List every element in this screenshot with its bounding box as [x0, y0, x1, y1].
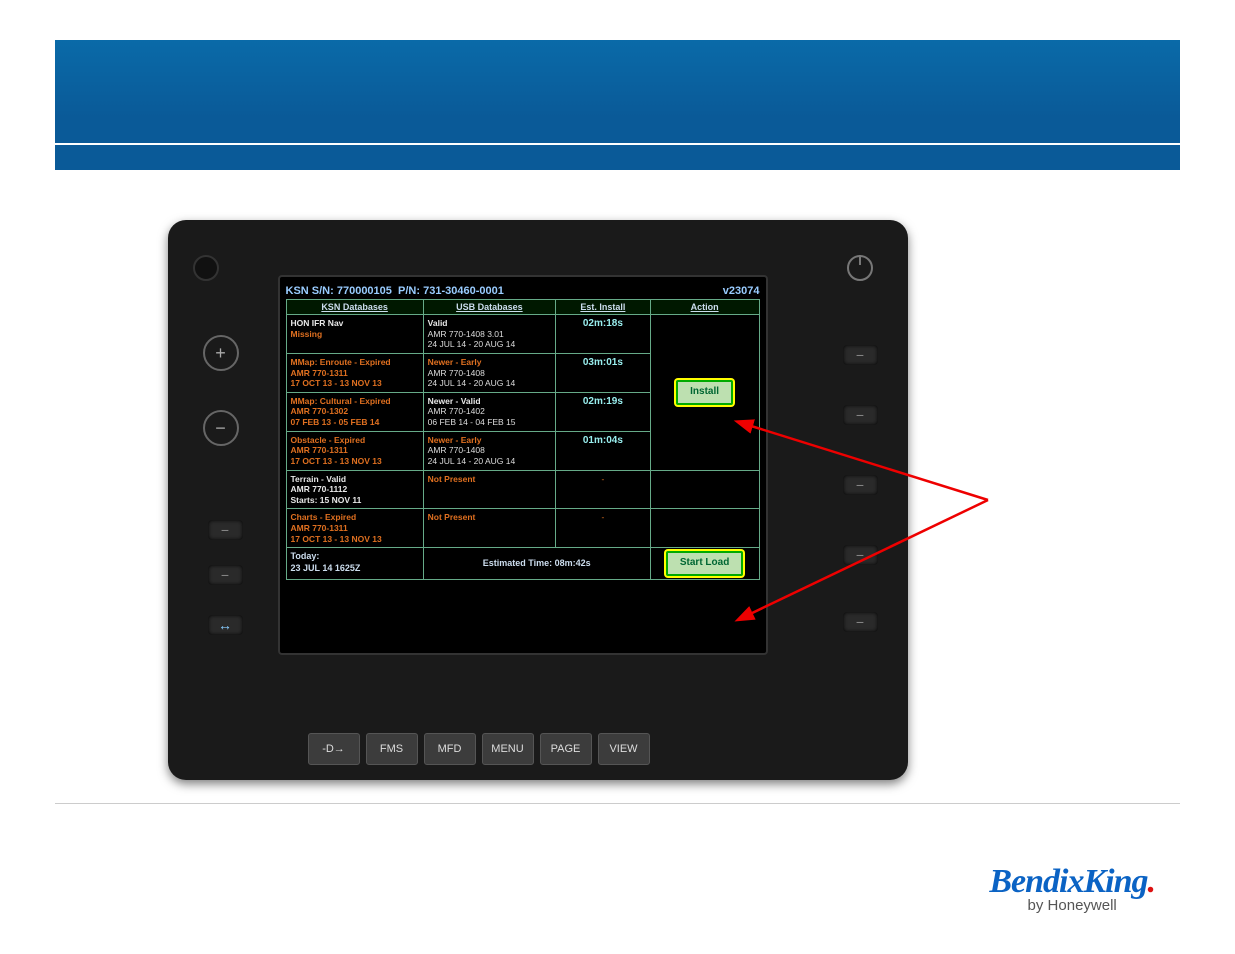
- slide-banner: [55, 40, 1180, 170]
- softkey-mfd[interactable]: MFD: [424, 733, 476, 765]
- col-usb: USB Databases: [423, 300, 555, 315]
- softkey-fms[interactable]: FMS: [366, 733, 418, 765]
- bezel-minus-right-3[interactable]: −: [843, 475, 878, 495]
- ksn-device: + − − − ↔ − − − − − KSN S/N: 770000105 P…: [168, 220, 908, 780]
- bezel-knob[interactable]: [193, 255, 219, 281]
- footer-rule: [55, 803, 1180, 804]
- unit-id: KSN S/N: 770000105 P/N: 731-30460-0001: [286, 285, 504, 297]
- screen-title-row: KSN S/N: 770000105 P/N: 731-30460-0001 v…: [286, 285, 760, 297]
- power-icon[interactable]: [847, 255, 873, 281]
- bezel-swap-icon[interactable]: ↔: [208, 615, 243, 635]
- softkey-view[interactable]: VIEW: [598, 733, 650, 765]
- col-action: Action: [650, 300, 759, 315]
- softkey-menu[interactable]: MENU: [482, 733, 534, 765]
- bezel-minus-left-2[interactable]: −: [208, 565, 243, 585]
- version-label: v23074: [723, 285, 760, 297]
- col-est: Est. Install: [556, 300, 651, 315]
- brand-logo: BendixKing. by Honeywell: [989, 863, 1155, 914]
- table-row: Charts - Expired AMR 770-1311 17 OCT 13 …: [286, 509, 759, 548]
- col-ksn: KSN Databases: [286, 300, 423, 315]
- zoom-in-icon[interactable]: +: [203, 335, 239, 371]
- database-table: KSN Databases USB Databases Est. Install…: [286, 299, 760, 580]
- start-load-button[interactable]: Start Load: [666, 551, 743, 576]
- table-row: Terrain - Valid AMR 770-1112 Starts: 15 …: [286, 470, 759, 509]
- table-row: HON IFR Nav Missing Valid AMR 770-1408 3…: [286, 315, 759, 354]
- softkey-row: -D→ FMS MFD MENU PAGE VIEW: [308, 733, 650, 765]
- bezel-minus-left-1[interactable]: −: [208, 520, 243, 540]
- softkey-page[interactable]: PAGE: [540, 733, 592, 765]
- device-photo: + − − − ↔ − − − − − KSN S/N: 770000105 P…: [168, 220, 1068, 780]
- device-screen: KSN S/N: 770000105 P/N: 731-30460-0001 v…: [278, 275, 768, 655]
- zoom-out-icon[interactable]: −: [203, 410, 239, 446]
- bezel-minus-right-1[interactable]: −: [843, 345, 878, 365]
- bezel-minus-right-2[interactable]: −: [843, 405, 878, 425]
- bezel-minus-right-5[interactable]: −: [843, 612, 878, 632]
- table-footer: Today: 23 JUL 14 1625Z Estimated Time: 0…: [286, 548, 759, 580]
- softkey-direct-to[interactable]: -D→: [308, 733, 360, 765]
- bezel-minus-right-4[interactable]: −: [843, 545, 878, 565]
- install-button[interactable]: Install: [676, 380, 733, 405]
